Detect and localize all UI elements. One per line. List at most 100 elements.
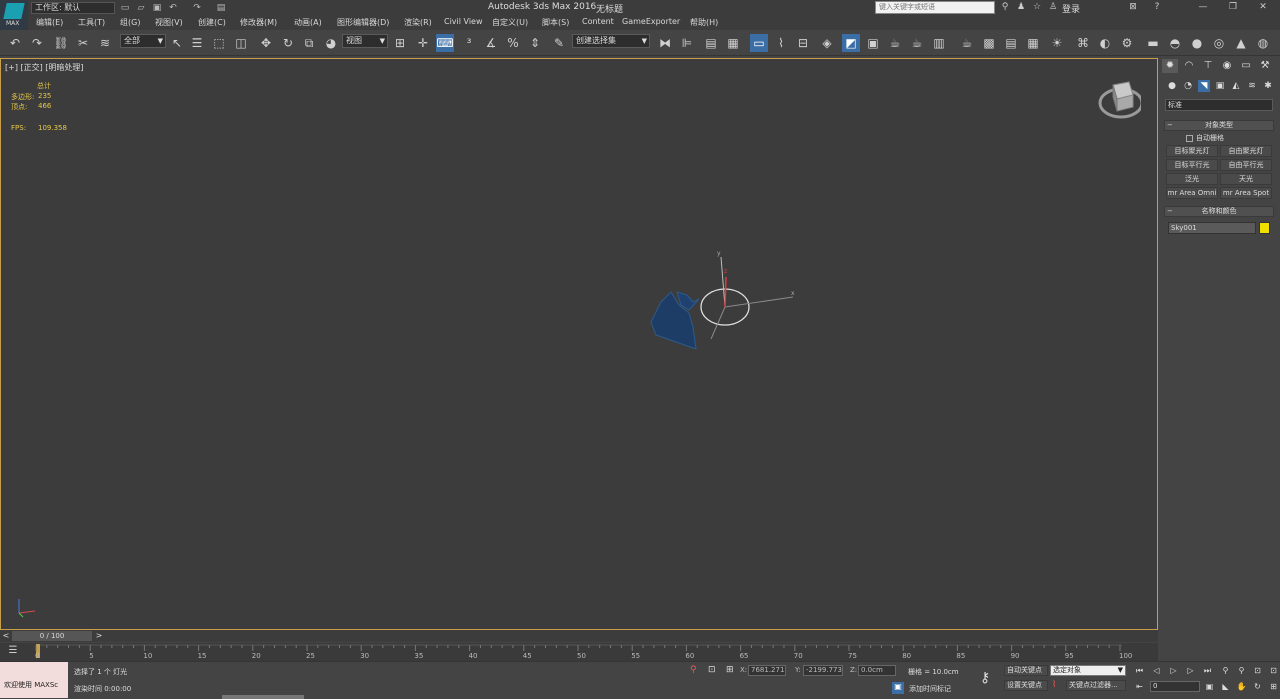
material-editor-icon[interactable]: ◈	[818, 34, 836, 52]
user-exchange-icon[interactable]: ♟	[1014, 1, 1028, 14]
exchange-icon[interactable]: ⊠	[1126, 1, 1140, 14]
mr-area-omni-button[interactable]: mr Area Omni	[1166, 187, 1218, 199]
open-file-icon[interactable]: ▱	[136, 3, 146, 13]
menu-edit[interactable]: 编辑(E)	[36, 17, 63, 28]
key-curve-icon[interactable]: ⌇	[1052, 680, 1064, 692]
cone-primitive-icon[interactable]: ▲	[1232, 34, 1250, 52]
unlink-icon[interactable]: ✂	[74, 34, 92, 52]
app-logo-button[interactable]: MAX	[0, 0, 28, 30]
teapot-render-icon[interactable]: ☕	[958, 34, 976, 52]
horizontal-scrollbar[interactable]	[222, 695, 304, 699]
tab-utilities-icon[interactable]: ⚒	[1257, 59, 1273, 73]
menu-help[interactable]: 帮助(H)	[690, 17, 718, 28]
maxscript-listener[interactable]: 欢迎使用 MAXSc	[0, 662, 68, 698]
script-icon[interactable]: ⚙	[1118, 34, 1136, 52]
layer-manager-icon[interactable]: ▤	[702, 34, 720, 52]
mini-curve-editor-icon[interactable]: ☰	[4, 645, 22, 659]
previous-frame-icon[interactable]: ◁	[1151, 665, 1162, 676]
time-tag-icon[interactable]: ▣	[892, 682, 904, 694]
render-frame-icon[interactable]: ▩	[980, 34, 998, 52]
time-slider-handle[interactable]: 0 / 100	[12, 631, 92, 641]
select-by-name-icon[interactable]: ☰	[188, 34, 206, 52]
menu-create[interactable]: 创建(C)	[198, 17, 226, 28]
menu-animation[interactable]: 动画(A)	[294, 17, 322, 28]
key-filters-button[interactable]: 关键点过滤器...	[1066, 680, 1126, 691]
spinner-snap-icon[interactable]: ⇕	[526, 34, 544, 52]
omni-button[interactable]: 泛光	[1166, 173, 1218, 185]
binoculars-icon[interactable]: ⚲	[998, 1, 1012, 14]
zoom-all-icon[interactable]: ⚲	[1236, 665, 1247, 676]
key-mode-toggle-icon[interactable]: ⇤	[1134, 681, 1145, 692]
redo-icon[interactable]: ↷	[192, 3, 202, 13]
go-to-start-icon[interactable]: ⏮	[1134, 665, 1145, 676]
zoom-icon[interactable]: ⚲	[1220, 665, 1231, 676]
tab-create-icon[interactable]: ✹	[1162, 59, 1178, 73]
new-file-icon[interactable]: ▭	[120, 3, 130, 13]
place-icon[interactable]: ◕	[322, 34, 340, 52]
rollout-name-color[interactable]: − 名称和颜色	[1164, 206, 1274, 217]
close-icon[interactable]: ✕	[1256, 1, 1270, 14]
dome-primitive-icon[interactable]: ◓	[1166, 34, 1184, 52]
next-frame-icon[interactable]: >	[94, 631, 104, 641]
y-coordinate-field[interactable]: -2199.773	[803, 665, 843, 676]
menu-scripting[interactable]: 脚本(S)	[542, 17, 569, 28]
z-coordinate-field[interactable]: 0.0cm	[858, 665, 896, 676]
rotate-icon[interactable]: ↻	[279, 34, 297, 52]
hair-icon[interactable]: ⌘	[1074, 34, 1092, 52]
render-activeshade-icon[interactable]: ▥	[930, 34, 948, 52]
viewport-label[interactable]: [+] [正交] [明暗处理]	[5, 62, 84, 73]
perspective-viewport[interactable]: [+] [正交] [明暗处理] 总计 多边形: 235 顶点: 466 FPS:…	[0, 58, 1158, 630]
menu-tools[interactable]: 工具(T)	[78, 17, 105, 28]
tab-modify-icon[interactable]: ◠	[1181, 59, 1197, 73]
lights-icon[interactable]: ◥	[1198, 80, 1210, 92]
link-icon[interactable]: ⛓	[52, 34, 70, 52]
menu-content[interactable]: Content	[582, 17, 614, 26]
menu-views[interactable]: 视图(V)	[155, 17, 183, 28]
category-dropdown[interactable]: 标准	[1165, 99, 1273, 111]
render-production-icon[interactable]: ☕	[886, 34, 904, 52]
bind-space-warp-icon[interactable]: ≋	[96, 34, 114, 52]
pivot-point-icon[interactable]: ⊞	[391, 34, 409, 52]
target-spot-button[interactable]: 目标聚光灯	[1166, 145, 1218, 157]
login-link[interactable]: 登录	[1062, 2, 1080, 15]
free-spot-button[interactable]: 自由聚光灯	[1220, 145, 1272, 157]
user-icon[interactable]: ♙	[1046, 1, 1060, 14]
sky-light-gizmo-icon[interactable]: y z x	[641, 247, 811, 357]
snaps-toggle-icon[interactable]: ³	[460, 34, 478, 52]
object-color-swatch[interactable]	[1259, 222, 1270, 234]
torus-primitive-icon[interactable]: ◎	[1210, 34, 1228, 52]
maximize-viewport-icon[interactable]: ⊞	[1268, 681, 1279, 692]
lock-icon[interactable]: ⊡	[708, 665, 718, 675]
undo-icon[interactable]: ↶	[168, 3, 178, 13]
sphere-primitive-icon[interactable]: ●	[1188, 34, 1206, 52]
viewcube-icon[interactable]	[1091, 77, 1141, 127]
restore-icon[interactable]: ❐	[1226, 1, 1240, 14]
rectangular-selection-icon[interactable]: ⬚	[210, 34, 228, 52]
curve-editor-icon[interactable]: ⌇	[772, 34, 790, 52]
menu-customize[interactable]: 自定义(U)	[492, 17, 528, 28]
go-to-end-icon[interactable]: ⏭	[1202, 665, 1213, 676]
helpers-icon[interactable]: ◭	[1230, 80, 1242, 92]
object-name-input[interactable]: Sky001	[1168, 222, 1256, 234]
align-icon[interactable]: ⊫	[678, 34, 696, 52]
space-warps-icon[interactable]: ≋	[1246, 80, 1258, 92]
systems-icon[interactable]: ✱	[1262, 80, 1274, 92]
menu-graph-editors[interactable]: 图形编辑器(D)	[337, 17, 389, 28]
save-file-icon[interactable]: ▣	[152, 3, 162, 13]
add-time-tag[interactable]: 添加时间标记	[909, 684, 951, 694]
track-bar[interactable]: ☰ 0 5 10 15 20 25 30 35 40 45 50 55 60 65 70 75 80 85 90 95…	[0, 643, 1158, 661]
plane-primitive-icon[interactable]: ▬	[1144, 34, 1162, 52]
select-manipulate-icon[interactable]: ✛	[414, 34, 432, 52]
select-object-icon[interactable]: ↖	[168, 34, 186, 52]
reference-coordinate-dropdown[interactable]: 视图 ▼	[342, 34, 388, 48]
render-setup-icon[interactable]: ◩	[842, 34, 860, 52]
keyboard-shortcut-toggle-icon[interactable]: ⌨	[436, 34, 454, 52]
x-coordinate-field[interactable]: 7681.271	[748, 665, 786, 676]
absolute-mode-icon[interactable]: ⊞	[726, 665, 736, 675]
light-lister-icon[interactable]: ☀	[1048, 34, 1066, 52]
orbit-icon[interactable]: ↻	[1252, 681, 1263, 692]
project-folder-icon[interactable]: ▤	[216, 3, 226, 13]
skylight-button[interactable]: 天光	[1220, 173, 1272, 185]
key-icon[interactable]: ⚷	[980, 670, 998, 688]
current-frame-input[interactable]: 0	[1150, 681, 1200, 692]
